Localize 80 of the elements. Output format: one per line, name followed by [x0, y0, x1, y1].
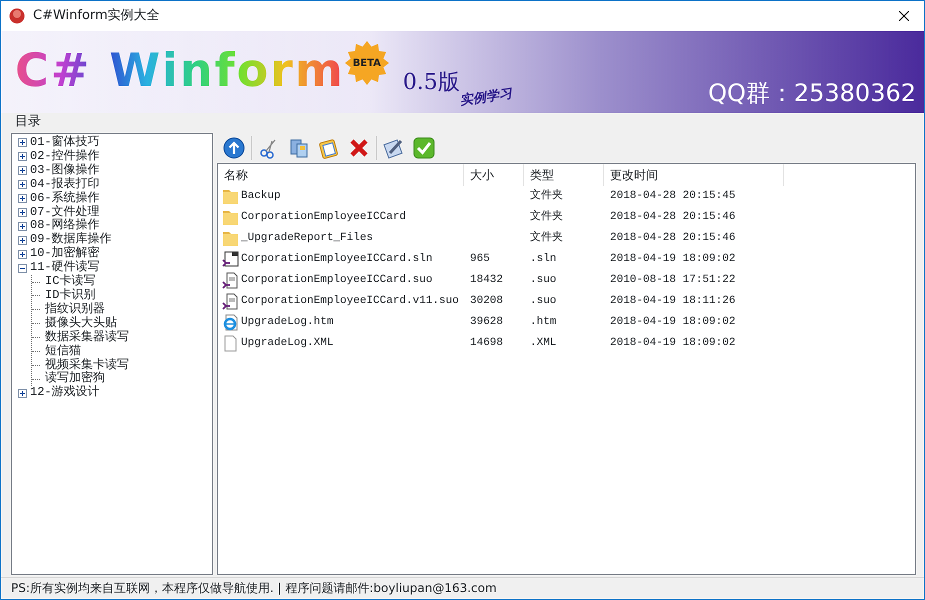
tree-item[interactable]: 06-系统操作: [30, 192, 100, 206]
vs-file-icon: [222, 272, 239, 289]
modified-time: 2018-04-19 18:09:02: [610, 316, 736, 328]
file-size: 14698: [470, 337, 504, 350]
file-size: 39628: [470, 316, 504, 328]
file-type: .XML: [530, 337, 556, 350]
tree-item[interactable]: 08-网络操作: [30, 219, 100, 234]
tree-item[interactable]: IC卡读写: [45, 275, 96, 289]
tree-item[interactable]: 02-控件操作: [30, 150, 100, 164]
modified-time: 2018-04-19 18:09:02: [610, 253, 736, 266]
file-name[interactable]: CorporationEmployeeICCard.sln: [241, 251, 432, 268]
expand-icon[interactable]: [18, 194, 27, 204]
modified-time: 2018-04-28 20:15:45: [610, 190, 736, 202]
expand-icon[interactable]: [18, 236, 27, 245]
tree-item[interactable]: 视频采集卡读写: [45, 358, 129, 372]
file-name[interactable]: UpgradeLog.htm: [241, 314, 334, 331]
expand-icon[interactable]: [18, 388, 27, 398]
file-type: .htm: [530, 316, 556, 328]
modified-time: 2018-04-19 18:11:26: [610, 295, 736, 308]
file-name[interactable]: CorporationEmployeeICCard.suo: [241, 272, 432, 289]
window-title: C#Winform实例大全: [33, 7, 160, 26]
file-name[interactable]: CorporationEmployeeICCard.v11.suo: [241, 293, 459, 310]
solution-file-icon: [222, 251, 239, 268]
tree-item[interactable]: 11-硬件读写: [30, 261, 100, 276]
tree-item[interactable]: 09-数据库操作: [30, 233, 112, 248]
modified-time: 2018-04-19 18:09:02: [610, 337, 736, 350]
modified-time: 2018-04-28 20:15:46: [610, 211, 736, 224]
collapse-icon[interactable]: [18, 264, 27, 273]
tree-item[interactable]: ID卡识别: [45, 288, 96, 303]
file-name[interactable]: UpgradeLog.XML: [241, 335, 334, 352]
file-type: .sln: [530, 253, 556, 266]
expand-icon[interactable]: [18, 138, 27, 148]
expand-icon[interactable]: [18, 222, 27, 231]
tree-item[interactable]: 摄像头大头贴: [45, 316, 117, 331]
file-name[interactable]: Backup: [241, 188, 281, 205]
document-icon: [222, 335, 239, 352]
app-icon: [9, 8, 25, 24]
modified-time: 2018-04-28 20:15:46: [610, 232, 736, 244]
expand-icon[interactable]: [18, 152, 27, 162]
file-size: 30208: [470, 295, 504, 308]
status-text: PS:所有实例均来自互联网，本程序仅做导航使用. | 程序问题请邮件:boyliupan@163.com: [1, 577, 924, 599]
expand-icon[interactable]: [18, 166, 27, 176]
tree-item[interactable]: 04-报表打印: [30, 178, 100, 192]
folder-icon: [222, 209, 239, 226]
expand-icon[interactable]: [18, 250, 27, 259]
sidebar-title: 目录: [14, 113, 42, 131]
tree-item[interactable]: 12-游戏设计: [30, 386, 100, 400]
expand-icon[interactable]: [18, 180, 27, 190]
column-header[interactable]: 大小: [464, 164, 524, 186]
qq-group-text: QQ群：25380362: [708, 78, 916, 109]
file-type: .suo: [530, 274, 556, 286]
tree-item[interactable]: 03-图像操作: [30, 164, 100, 178]
file-size: 965: [470, 253, 490, 266]
file-type: 文件夹: [530, 232, 563, 244]
column-header[interactable]: 更改时间: [604, 164, 784, 186]
tree-item[interactable]: 短信猫: [45, 344, 81, 358]
tree-item[interactable]: 数据采集器读写: [45, 330, 129, 345]
tree-item[interactable]: 01-窗体技巧: [30, 136, 100, 150]
file-name[interactable]: _UpgradeReport_Files: [241, 230, 374, 247]
beta-badge: BETA: [344, 41, 389, 85]
tree-item[interactable]: 07-文件处理: [30, 206, 100, 220]
folder-icon: [222, 230, 239, 247]
tree-item[interactable]: 指纹识别器: [45, 302, 105, 317]
file-type: 文件夹: [530, 211, 563, 224]
tree-item[interactable]: 读写加密狗: [45, 372, 105, 386]
file-type: 文件夹: [530, 190, 563, 202]
expand-icon[interactable]: [18, 208, 27, 217]
file-type: .suo: [530, 295, 556, 308]
file-name[interactable]: CorporationEmployeeICCard: [241, 209, 406, 226]
modified-time: 2010-08-18 17:51:22: [610, 274, 736, 286]
vs-file-icon: [222, 293, 239, 310]
file-size: 18432: [470, 274, 504, 286]
tagline-text: 实例学习: [458, 86, 513, 110]
folder-icon: [222, 188, 239, 205]
web-file-icon: [222, 314, 239, 331]
version-text: 0.5版: [402, 69, 460, 97]
close-icon[interactable]: [899, 11, 909, 21]
column-header[interactable]: 类型: [524, 164, 604, 186]
tree-item[interactable]: 10-加密解密: [30, 247, 100, 262]
column-header[interactable]: 名称: [218, 164, 464, 186]
